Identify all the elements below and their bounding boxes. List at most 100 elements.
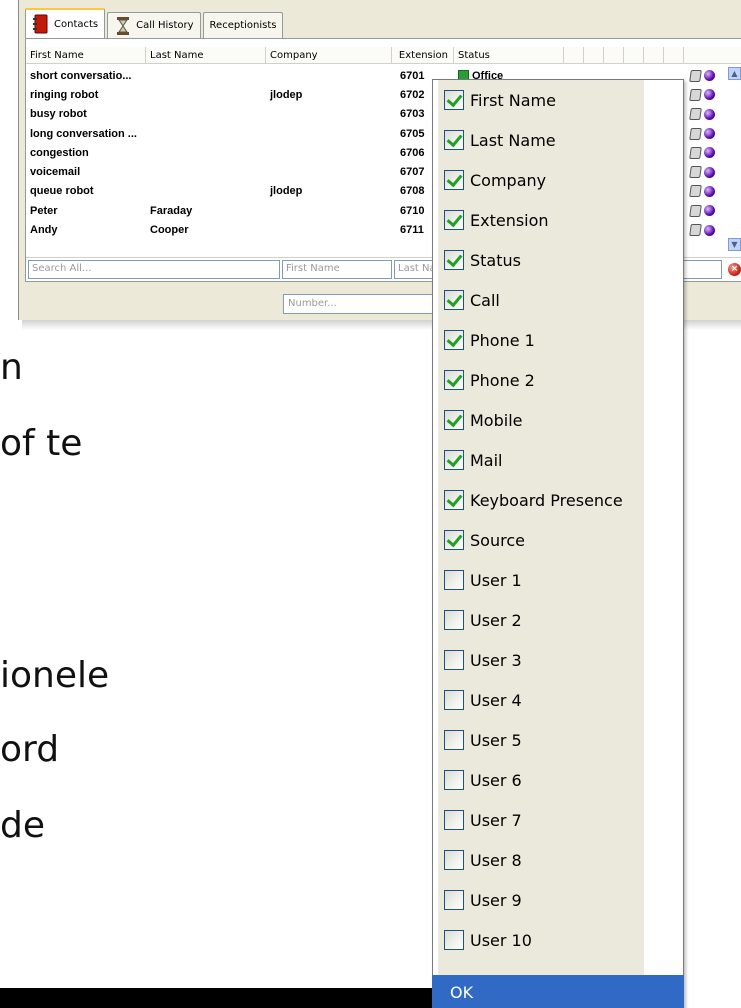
first-name-filter[interactable]: First Name <box>282 260 392 279</box>
scroll-up-arrow-icon[interactable]: ▲ <box>728 67 741 80</box>
column-option[interactable]: Phone 2 <box>438 360 644 400</box>
checkbox-icon[interactable] <box>444 370 464 390</box>
source-icon[interactable] <box>704 147 715 159</box>
checkbox-icon[interactable] <box>444 730 464 750</box>
column-option-label: Source <box>470 530 525 550</box>
checkbox-icon[interactable] <box>444 490 464 510</box>
column-option-label: Status <box>470 250 521 270</box>
column-option[interactable]: Company <box>438 160 644 200</box>
column-header-mobile[interactable] <box>624 47 644 64</box>
vcard-icon[interactable] <box>689 146 702 159</box>
column-option[interactable]: Call <box>438 280 644 320</box>
source-icon[interactable] <box>704 128 715 140</box>
column-option[interactable]: Status <box>438 240 644 280</box>
checkbox-icon[interactable] <box>444 170 464 190</box>
column-option[interactable]: Mail <box>438 440 644 480</box>
checkbox-icon[interactable] <box>444 610 464 630</box>
column-header-phone-2[interactable] <box>604 47 624 64</box>
source-icon[interactable] <box>704 108 715 120</box>
source-icon[interactable] <box>704 205 715 217</box>
checkbox-icon[interactable] <box>444 90 464 110</box>
column-option[interactable]: User 2 <box>438 600 644 640</box>
clear-filters-icon[interactable]: × <box>728 263 741 276</box>
tab-label: Call History <box>136 20 194 31</box>
slide-text-line: of te <box>0 423 83 464</box>
column-header-phone-1[interactable] <box>584 47 604 64</box>
column-option[interactable]: Phone 1 <box>438 320 644 360</box>
column-option[interactable]: User 10 <box>438 920 644 960</box>
checkbox-icon[interactable] <box>444 250 464 270</box>
column-option[interactable]: Keyboard Presence <box>438 480 644 520</box>
column-header-status[interactable]: Status <box>454 47 564 64</box>
address-book-icon <box>32 14 50 34</box>
cell-first-name: congestion <box>30 146 89 159</box>
vcard-icon[interactable] <box>689 185 702 198</box>
column-option[interactable]: User 6 <box>438 760 644 800</box>
column-option[interactable]: User 4 <box>438 680 644 720</box>
tab-receptionists[interactable]: Receptionists <box>202 12 284 38</box>
column-header-keyboard[interactable] <box>664 47 684 64</box>
checkbox-icon[interactable] <box>444 290 464 310</box>
column-option[interactable]: User 5 <box>438 720 644 760</box>
column-option[interactable]: Last Name <box>438 120 644 160</box>
source-icon[interactable] <box>704 70 715 82</box>
vcard-icon[interactable] <box>689 224 702 237</box>
column-header-company[interactable]: Company <box>266 47 392 64</box>
checkbox-icon[interactable] <box>444 850 464 870</box>
checkbox-icon[interactable] <box>444 570 464 590</box>
column-header-mail[interactable] <box>644 47 664 64</box>
checkbox-icon[interactable] <box>444 930 464 950</box>
checkbox-icon[interactable] <box>444 770 464 790</box>
source-icon[interactable] <box>704 185 715 197</box>
column-option[interactable]: User 8 <box>438 840 644 880</box>
source-icon[interactable] <box>704 224 715 236</box>
column-option[interactable]: Source <box>438 520 644 560</box>
vcard-icon[interactable] <box>689 127 702 140</box>
column-header-last-name[interactable]: Last Name <box>146 47 266 64</box>
column-option[interactable]: Mobile <box>438 400 644 440</box>
vcard-icon[interactable] <box>689 108 702 121</box>
column-header-call[interactable] <box>564 47 584 64</box>
column-option-label: User 3 <box>470 650 522 670</box>
slide-divider <box>0 988 470 1008</box>
source-icon[interactable] <box>704 166 715 178</box>
checkbox-icon[interactable] <box>444 450 464 470</box>
cell-company: jlodep <box>270 185 303 198</box>
column-option-label: Mail <box>470 450 503 470</box>
column-option[interactable]: User 1 <box>438 560 644 600</box>
search-all-input[interactable]: Search All... <box>28 260 280 279</box>
checkbox-icon[interactable] <box>444 530 464 550</box>
vcard-icon[interactable] <box>689 204 702 217</box>
column-option[interactable]: User 3 <box>438 640 644 680</box>
column-option-label: User 6 <box>470 770 522 790</box>
tab-contacts[interactable]: Contacts <box>25 8 106 38</box>
tab-call-history[interactable]: Call History <box>107 12 201 38</box>
checkbox-icon[interactable] <box>444 810 464 830</box>
column-option-label: User 4 <box>470 690 522 710</box>
dial-number-input[interactable]: Number... <box>283 294 443 314</box>
column-option[interactable]: Extension <box>438 200 644 240</box>
vcard-icon[interactable] <box>689 166 702 179</box>
checkbox-icon[interactable] <box>444 650 464 670</box>
column-option[interactable]: User 7 <box>438 800 644 840</box>
vcard-icon[interactable] <box>689 69 702 82</box>
checkbox-icon[interactable] <box>444 130 464 150</box>
checkbox-icon[interactable] <box>444 210 464 230</box>
checkbox-icon[interactable] <box>444 690 464 710</box>
column-header-extension[interactable]: Extension <box>392 47 454 64</box>
cell-company: jlodep <box>270 88 303 101</box>
tab-label: Contacts <box>54 18 99 30</box>
tab-bar: Contacts Call History Receptionists <box>25 8 285 38</box>
column-option[interactable]: First Name <box>438 80 644 120</box>
source-icon[interactable] <box>704 89 715 101</box>
checkbox-icon[interactable] <box>444 890 464 910</box>
column-header-first-name[interactable]: First Name <box>26 47 146 64</box>
checkbox-icon[interactable] <box>444 330 464 350</box>
cell-first-name: busy robot <box>30 108 87 121</box>
vcard-icon[interactable] <box>689 88 702 101</box>
column-option[interactable]: User 9 <box>438 880 644 920</box>
scroll-down-arrow-icon[interactable]: ▼ <box>728 238 741 251</box>
checkbox-icon[interactable] <box>444 410 464 430</box>
column-option-label: Keyboard Presence <box>470 490 623 510</box>
status-filter[interactable] <box>680 260 722 279</box>
